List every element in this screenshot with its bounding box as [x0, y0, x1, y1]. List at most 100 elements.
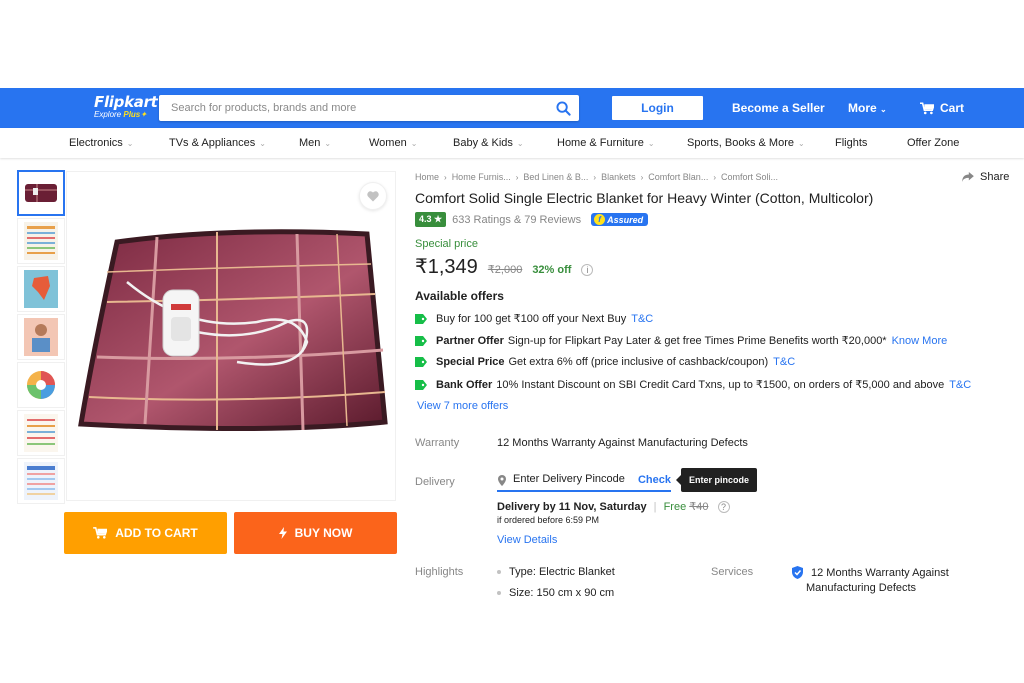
- logo-sub-plus: Plus: [123, 110, 141, 119]
- chevron-down-icon: ⌄: [410, 139, 418, 148]
- category-label: Men: [299, 137, 321, 149]
- thumbnail-1[interactable]: [17, 170, 65, 216]
- category-flights[interactable]: Flights: [835, 137, 867, 149]
- delivery-label: Delivery: [415, 476, 455, 488]
- category-men[interactable]: Men ⌄: [299, 137, 331, 149]
- highlight-text: Type: Electric Blanket: [509, 566, 615, 578]
- help-icon[interactable]: ?: [717, 501, 730, 513]
- flipkart-logo[interactable]: Flipkart Explore Plus✦: [94, 93, 158, 119]
- become-seller-link[interactable]: Become a Seller: [732, 101, 825, 115]
- pincode-tooltip: Enter pincode: [675, 468, 758, 492]
- mrp-price: ₹2,000: [487, 264, 523, 276]
- main-product-image[interactable]: [66, 171, 396, 501]
- breadcrumb-item[interactable]: Home: [415, 172, 439, 182]
- offer-tc-link[interactable]: T&C: [773, 356, 795, 368]
- breadcrumb-item[interactable]: Blankets: [601, 172, 636, 182]
- delivery-cutoff-note: if ordered before 6:59 PM: [497, 515, 600, 525]
- search-input[interactable]: [159, 95, 539, 121]
- chevron-down-icon: ⌄: [259, 139, 266, 148]
- view-details-link[interactable]: View Details: [497, 534, 557, 546]
- info-icon[interactable]: i: [581, 264, 594, 276]
- offer-item: Special Price Get extra 6% off (price inc…: [415, 356, 795, 368]
- offer-tc-link[interactable]: T&C: [631, 313, 653, 325]
- buy-now-label: BUY NOW: [294, 526, 353, 540]
- chevron-down-icon: ⌄: [126, 139, 134, 148]
- offer-item: Bank Offer 10% Instant Discount on SBI Cr…: [415, 378, 971, 391]
- thumbnail-2[interactable]: [17, 218, 65, 264]
- buy-now-button[interactable]: BUY NOW: [234, 512, 397, 554]
- discount-percent: 32% off: [532, 264, 572, 276]
- chevron-down-icon: ⌄: [880, 105, 887, 114]
- search-button[interactable]: [553, 99, 573, 117]
- cart-link[interactable]: Cart: [920, 101, 964, 115]
- breadcrumb-item[interactable]: Bed Linen & B...: [523, 172, 588, 182]
- share-button[interactable]: Share: [962, 171, 1009, 183]
- category-nav: Electronics ⌄ TVs & Appliances ⌄ Men ⌄ Wome…: [0, 128, 1024, 158]
- highlight-text: Size: 150 cm x 90 cm: [509, 587, 615, 599]
- wishlist-button[interactable]: [359, 182, 387, 210]
- thumbnail-4[interactable]: [17, 314, 65, 360]
- offer-text: Buy for 100 get ₹100 off your Next Buy: [436, 313, 627, 325]
- category-offer-zone[interactable]: Offer Zone: [907, 137, 959, 149]
- rating-row: 4.3 ★ 633 Ratings & 79 Reviews f Assured: [415, 212, 649, 227]
- category-baby-kids[interactable]: Baby & Kids ⌄: [453, 137, 524, 149]
- thumbnail-6[interactable]: [17, 410, 65, 456]
- logo-text: Flipkart: [94, 93, 158, 111]
- offer-tc-link[interactable]: T&C: [949, 379, 971, 391]
- add-to-cart-button[interactable]: ADD TO CART: [64, 512, 227, 554]
- breadcrumb-item[interactable]: Comfort Soli...: [721, 172, 778, 182]
- category-electronics[interactable]: Electronics ⌄: [69, 137, 134, 149]
- category-home-furniture[interactable]: Home & Furniture ⌄: [557, 137, 655, 149]
- thumbnail-3[interactable]: [17, 266, 65, 312]
- cart-icon: [920, 101, 934, 114]
- flipkart-f-icon: f: [594, 214, 606, 225]
- service-item: 12 Months Warranty Against Manufacturing…: [792, 566, 949, 596]
- selling-price: ₹1,349: [415, 256, 478, 278]
- top-header: Flipkart Explore Plus✦ Login Become a Se…: [0, 88, 1024, 128]
- map-thumbnail-image: [24, 270, 58, 308]
- warranty-value: 12 Months Warranty Against Manufacturing…: [497, 437, 748, 449]
- heart-icon: [367, 190, 379, 201]
- product-title: Comfort Solid Single Electric Blanket fo…: [415, 190, 874, 206]
- free-delivery-label: Free: [663, 501, 687, 513]
- special-price-label: Special price: [415, 238, 478, 250]
- blanket-thumbnail-image: [25, 184, 57, 202]
- delivery-charge-mrp: ₹40: [689, 501, 709, 513]
- thumbnail-5[interactable]: [17, 362, 65, 408]
- category-tvs-appliances[interactable]: TVs & Appliances ⌄: [169, 137, 266, 149]
- category-label: Flights: [835, 137, 868, 149]
- pincode-input[interactable]: [513, 473, 633, 485]
- offer-text: 10% Instant Discount on SBI Credit Card …: [496, 379, 945, 391]
- rating-badge[interactable]: 4.3 ★: [415, 212, 447, 227]
- more-menu[interactable]: More ⌄: [848, 101, 887, 115]
- check-pincode-button[interactable]: Check: [638, 474, 671, 486]
- add-to-cart-label: ADD TO CART: [115, 526, 198, 540]
- breadcrumb-item[interactable]: Home Furnis...: [452, 172, 511, 182]
- chart-thumbnail-image: [24, 414, 58, 452]
- offer-title: Partner Offer: [436, 334, 504, 347]
- thumbnail-7[interactable]: [17, 458, 65, 504]
- location-pin-icon: [498, 475, 506, 486]
- electric-blanket-image: [78, 229, 388, 432]
- offer-know-more-link[interactable]: Know More: [892, 335, 948, 347]
- chevron-down-icon: ⌄: [324, 139, 332, 148]
- ratings-reviews-count[interactable]: 633 Ratings & 79 Reviews: [452, 214, 581, 226]
- delivery-date: Delivery by 11 Nov, Saturday: [497, 501, 647, 513]
- category-women[interactable]: Women ⌄: [369, 137, 417, 149]
- star-icon: ★: [434, 214, 443, 224]
- offer-tag-icon: [415, 379, 427, 390]
- chevron-right-icon: ›: [444, 173, 447, 182]
- offer-text: Get extra 6% off (price inclusive of cas…: [508, 356, 769, 368]
- search-bar: [159, 95, 579, 121]
- warranty-label: Warranty: [415, 437, 460, 449]
- share-icon: [962, 172, 974, 182]
- logo-subtext: Explore Plus✦: [94, 110, 158, 119]
- view-more-offers-link[interactable]: View 7 more offers: [417, 400, 508, 412]
- breadcrumb-item[interactable]: Comfort Blan...: [648, 172, 708, 182]
- features-wheel-thumbnail-image: [24, 366, 58, 404]
- login-button[interactable]: Login: [612, 96, 703, 120]
- offer-tag-icon: [415, 335, 427, 346]
- category-sports-books[interactable]: Sports, Books & More ⌄: [687, 137, 805, 149]
- offer-item: Partner Offer Sign-up for Flipkart Pay La…: [415, 334, 947, 347]
- person-thumbnail-image: [24, 318, 58, 356]
